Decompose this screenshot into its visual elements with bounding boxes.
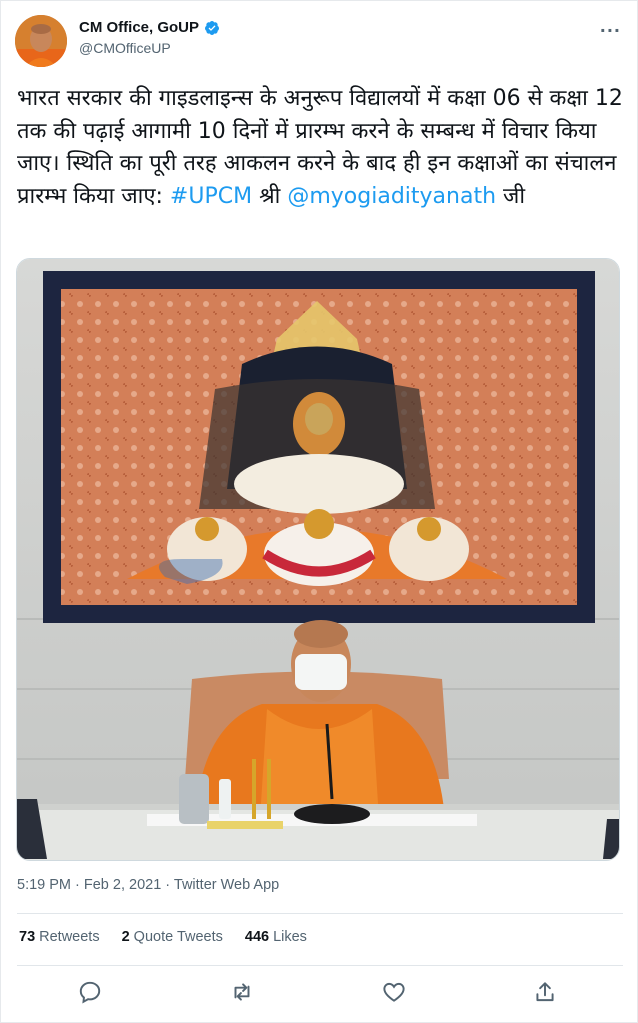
tweet-timestamp[interactable]: 5:19 PM · Feb 2, 2021 · Twitter Web App — [17, 877, 279, 893]
divider-bottom — [17, 965, 623, 966]
retweets-label: Retweets — [39, 929, 100, 945]
retweet-icon[interactable] — [229, 979, 255, 1005]
verified-badge-icon — [205, 20, 220, 35]
more-horizontal-icon[interactable]: ··· — [600, 21, 621, 40]
avatar-image — [15, 15, 67, 67]
like-icon[interactable] — [381, 979, 407, 1005]
tweet-card: CM Office, GoUP @CMOfficeUP ··· भारत सरक… — [0, 0, 638, 1023]
author-avatar[interactable] — [15, 15, 67, 67]
likes-stat[interactable]: 446 Likes — [245, 929, 307, 945]
mention-link[interactable]: @myogiadityanath — [287, 184, 496, 209]
tweet-text-suffix: जी — [496, 183, 526, 209]
hashtag-link[interactable]: #UPCM — [170, 184, 252, 209]
tweet-text: भारत सरकार की गाइडलाइन्स के अनुरूप विद्य… — [17, 83, 623, 213]
likes-label: Likes — [273, 929, 307, 945]
author-info: CM Office, GoUP @CMOfficeUP — [79, 19, 220, 56]
quote-tweets-stat[interactable]: 2 Quote Tweets — [122, 929, 223, 945]
tweet-actions — [1, 979, 638, 1009]
quote-tweets-label: Quote Tweets — [133, 929, 223, 945]
photo-image — [17, 259, 619, 860]
quote-tweets-count: 2 — [121, 929, 130, 945]
likes-count: 446 — [244, 929, 270, 945]
reply-icon[interactable] — [77, 979, 103, 1005]
share-icon[interactable] — [532, 979, 558, 1005]
retweets-count: 73 — [19, 929, 36, 945]
tweet-stats: 73 Retweets 2 Quote Tweets 446 Likes — [19, 929, 307, 945]
tweet-media-photo[interactable] — [16, 258, 620, 861]
author-handle[interactable]: @CMOfficeUP — [79, 40, 220, 56]
tweet-text-honorific: श्री — [252, 183, 288, 209]
author-display-name[interactable]: CM Office, GoUP — [79, 19, 199, 36]
divider-top — [17, 913, 623, 914]
retweets-stat[interactable]: 73 Retweets — [19, 929, 100, 945]
